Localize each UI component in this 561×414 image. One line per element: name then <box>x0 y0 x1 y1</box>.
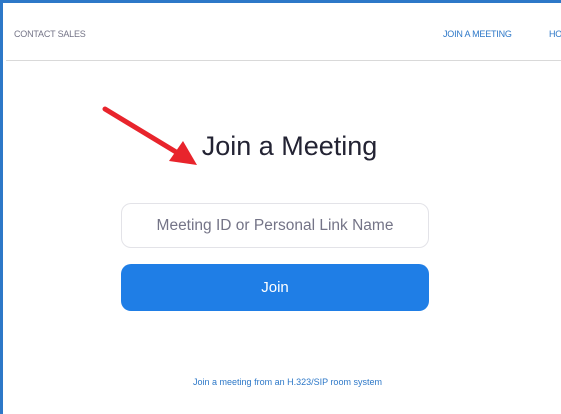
red-arrow-icon <box>102 106 197 165</box>
top-navigation-bar: CONTACT SALES JOIN A MEETING HOST A MEET… <box>6 6 561 61</box>
meeting-id-input[interactable] <box>121 203 429 248</box>
contact-sales-link[interactable]: CONTACT SALES <box>14 29 86 39</box>
browser-frame: CONTACT SALES JOIN A MEETING HOST A MEET… <box>0 0 561 414</box>
sip-room-system-link[interactable]: Join a meeting from an H.323/SIP room sy… <box>3 377 561 387</box>
join-a-meeting-nav-link[interactable]: JOIN A MEETING <box>443 29 512 39</box>
host-a-meeting-nav-link[interactable]: HOST A MEETING <box>549 29 561 39</box>
page-title: Join a Meeting <box>201 131 378 161</box>
join-button[interactable]: Join <box>121 264 429 311</box>
